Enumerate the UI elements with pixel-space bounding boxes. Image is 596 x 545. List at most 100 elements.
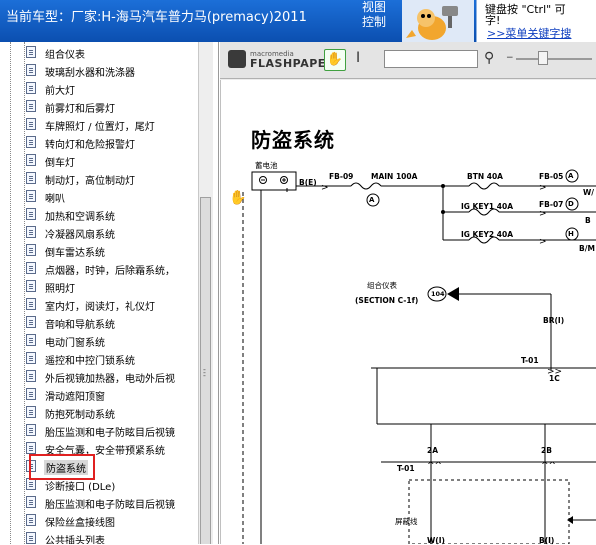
brand-name: FLASHPAPER: [250, 57, 335, 70]
tree-item[interactable]: 玻璃刮水器和洗涤器: [26, 62, 206, 80]
tree-scrollbar[interactable]: ---: [198, 42, 213, 544]
tree-item-label: 车牌照灯 / 位置灯，尾灯: [45, 122, 155, 133]
tree-item[interactable]: 前大灯: [26, 80, 206, 98]
tree-item[interactable]: 倒车雷达系统: [26, 242, 206, 260]
view-control-button[interactable]: 视图 控制: [362, 0, 392, 30]
document-icon: [26, 208, 36, 220]
document-icon: [26, 532, 36, 544]
tree-item[interactable]: 照明灯: [26, 278, 206, 296]
tree-item-label: 喇叭: [45, 194, 65, 205]
tree-item-label: 前雾灯和后雾灯: [45, 104, 115, 115]
tree-item[interactable]: 前雾灯和后雾灯: [26, 98, 206, 116]
tree-item[interactable]: 组合仪表: [26, 44, 206, 62]
document-icon: [26, 46, 36, 58]
selection-highlight: [29, 454, 95, 480]
document-icon: [26, 154, 36, 166]
document-icon: [26, 190, 36, 202]
zoom-slider-thumb[interactable]: [538, 51, 548, 65]
zoom-out-icon[interactable]: −: [506, 53, 514, 63]
scroll-grip-icon: ---: [203, 365, 206, 380]
tree-item[interactable]: 制动灯，高位制动灯: [26, 170, 206, 188]
fuse-label: MAIN 100A: [371, 172, 418, 181]
document-icon: [26, 406, 36, 418]
document-icon: [26, 370, 36, 382]
battery-label: 蓄电池: [255, 161, 278, 170]
tip-box: 键盘按 "Ctrl" 可 字! >>菜单关键字搜: [476, 0, 596, 42]
tree-item-label: 玻璃刮水器和洗涤器: [45, 68, 135, 79]
tree-item-label: 室内灯，阅读灯，礼仪灯: [45, 302, 155, 313]
tree-item[interactable]: 车牌照灯 / 位置灯，尾灯: [26, 116, 206, 134]
fuse-label: IG KEY1 40A: [461, 202, 513, 211]
pin-label: 2A: [427, 446, 439, 455]
tree-item-label: 胎压监测和电子防眩目后视镜: [45, 500, 175, 511]
tree-item[interactable]: 倒车灯: [26, 152, 206, 170]
hand-cursor-icon: ✋: [229, 189, 246, 206]
wire-label: B/M: [579, 244, 595, 253]
circle-mark: H: [568, 230, 574, 238]
connector-label: T-01: [521, 356, 539, 365]
tree-item-label: 冷凝器风扇系统: [45, 230, 115, 241]
tree-item[interactable]: 电动门窗系统: [26, 332, 206, 350]
document-icon: [26, 136, 36, 148]
tree-guide-line: [10, 42, 11, 544]
connector-label: FB-05: [539, 172, 564, 181]
section-ref: (SECTION C-1f): [355, 296, 419, 305]
catalog-tree: 组合仪表玻璃刮水器和洗涤器 前大灯前雾灯和后雾灯车牌照灯 / 位置灯，尾灯 转向灯和…: [0, 42, 219, 544]
document-icon: [26, 118, 36, 130]
tree-item-label: 点烟器，时钟，后除霜系统，: [45, 266, 175, 277]
flashpaper-toolbar: macromedia FLASHPAPER ✋ I ⚲ −: [220, 42, 596, 79]
mascot-icon: [402, 0, 474, 42]
tree-item[interactable]: 滑动遮阳顶窗: [26, 386, 206, 404]
document-icon: [26, 64, 36, 76]
hand-tool-button[interactable]: ✋: [324, 49, 346, 71]
tree-item-label: 遥控和中控门锁系统: [45, 356, 135, 367]
wire-label: W/: [583, 188, 595, 197]
keyword-search-link[interactable]: >>菜单关键字搜: [487, 25, 571, 41]
document-icon: [26, 172, 36, 184]
wire-label: B(E): [299, 178, 317, 187]
mascot-image: [402, 0, 474, 42]
document-page: 防盗系统 ✋ > > > > >> ^^ ^^ 蓄电池 B(E) FB-09 M…: [220, 80, 596, 545]
zoom-slider[interactable]: [516, 58, 592, 60]
tree-item-label: 组合仪表: [45, 50, 85, 61]
document-icon: [26, 352, 36, 364]
circle-mark: D: [568, 200, 574, 208]
tree-item[interactable]: 公共插头列表: [26, 530, 206, 544]
tree-guide-line: [24, 42, 25, 544]
search-icon[interactable]: ⚲: [484, 50, 494, 66]
fuse-label: BTN 40A: [467, 172, 503, 181]
tree-item-label: 照明灯: [45, 284, 75, 295]
document-icon: [26, 424, 36, 436]
tree-item[interactable]: 加热和空调系统: [26, 206, 206, 224]
tree-item[interactable]: 防抱死制动系统: [26, 404, 206, 422]
document-icon: [26, 316, 36, 328]
svg-text:>: >: [539, 237, 547, 247]
tree-item-label: 加热和空调系统: [45, 212, 115, 223]
vehicle-title: 当前车型：厂家:H-海马汽车普力马(premacy)2011: [6, 10, 307, 25]
tree-item[interactable]: 转向灯和危险报警灯: [26, 134, 206, 152]
tree-item[interactable]: 室内灯，阅读灯，礼仪灯: [26, 296, 206, 314]
tree-item[interactable]: 喇叭: [26, 188, 206, 206]
shield-label: 屏蔽线: [395, 517, 418, 526]
tree-item[interactable]: 音响和导航系统: [26, 314, 206, 332]
tree-item-label: 制动灯，高位制动灯: [45, 176, 135, 187]
tree-item[interactable]: 遥控和中控门锁系统: [26, 350, 206, 368]
search-input[interactable]: [384, 50, 478, 68]
tree-item-label: 滑动遮阳顶窗: [45, 392, 105, 403]
svg-text:>: >: [321, 183, 329, 193]
view-control-line2: 控制: [362, 15, 387, 29]
tree-item[interactable]: 外后视镜加热器，电动外后视: [26, 368, 206, 386]
tree-item[interactable]: 点烟器，时钟，后除霜系统，: [26, 260, 206, 278]
circle-mark: A: [369, 196, 375, 204]
document-icon: [26, 280, 36, 292]
connector-label: FB-07: [539, 200, 564, 209]
tree-item[interactable]: 胎压监测和电子防眩目后视镜: [26, 422, 206, 440]
text-select-tool-icon[interactable]: I: [356, 50, 360, 66]
scrollbar-thumb[interactable]: ---: [200, 197, 211, 544]
tree-item-label: 音响和导航系统: [45, 320, 115, 331]
tree-item[interactable]: 保险丝盒接线图: [26, 512, 206, 530]
tree-item[interactable]: 胎压监测和电子防眩目后视镜: [26, 494, 206, 512]
tree-item-label: 倒车灯: [45, 158, 75, 169]
tree-item-label: 胎压监测和电子防眩目后视镜: [45, 428, 175, 439]
tree-item[interactable]: 冷凝器风扇系统: [26, 224, 206, 242]
